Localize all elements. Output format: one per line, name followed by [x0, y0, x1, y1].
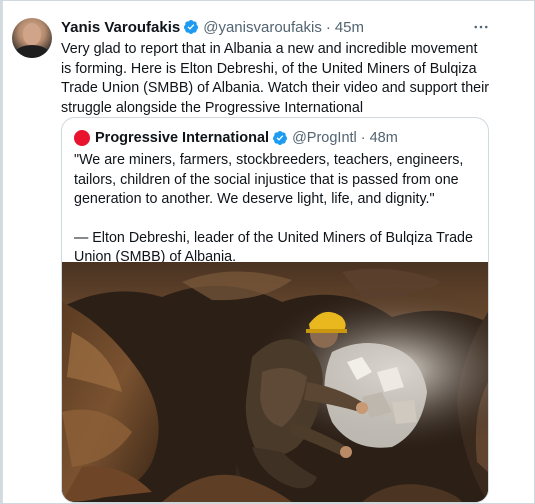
quoted-verified-badge-icon	[272, 130, 288, 146]
quoted-author-handle[interactable]: @ProgIntl	[292, 130, 357, 146]
author-handle[interactable]: @yanisvaroufakis	[203, 19, 322, 36]
verified-badge-icon	[183, 19, 199, 35]
tweet-text: Very glad to report that in Albania a ne…	[61, 41, 490, 116]
quoted-header-separator: ·	[360, 130, 366, 146]
avatar-face	[23, 23, 41, 45]
author-name[interactable]: Yanis Varoufakis	[61, 19, 180, 36]
author-avatar[interactable]	[12, 18, 52, 58]
tweet-header: Yanis Varoufakis @yanisvaroufakis · 45m	[61, 17, 364, 37]
header-separator: ·	[325, 18, 331, 36]
quoted-tweet-time[interactable]: 48m	[370, 130, 398, 146]
quoted-paragraph-quote: "We are miners, farmers, stockbreeders, …	[74, 152, 464, 207]
tweet[interactable]: Yanis Varoufakis @yanisvaroufakis · 45m …	[0, 0, 535, 504]
quoted-tweet[interactable]: Progressive International @ProgIntl · 48…	[61, 117, 489, 503]
quoted-author-avatar[interactable]	[74, 130, 90, 146]
timeline-divider	[0, 0, 3, 504]
tweet-time[interactable]: 45m	[335, 19, 364, 36]
quoted-author-name[interactable]: Progressive International	[95, 130, 269, 146]
quoted-tweet-header: Progressive International @ProgIntl · 48…	[74, 128, 398, 148]
more-options-icon[interactable]	[471, 17, 491, 37]
avatar-shirt	[14, 45, 50, 58]
mine-scene-image	[62, 262, 488, 502]
video-thumbnail[interactable]	[62, 262, 488, 502]
